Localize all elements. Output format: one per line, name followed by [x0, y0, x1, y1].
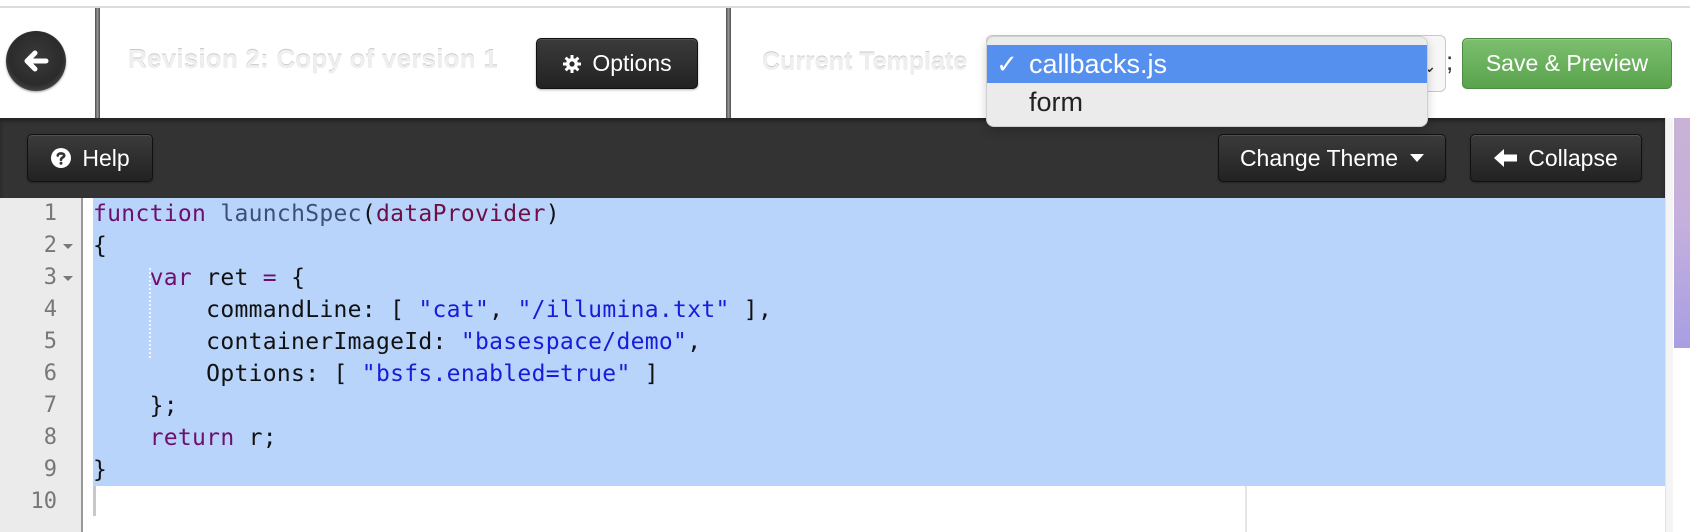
line-number: 4 [43, 297, 57, 322]
code-line: commandLine: [ "cat", "/illumina.txt" ], [93, 294, 772, 326]
code-line: var ret = { [93, 262, 305, 294]
active-line-marker [93, 486, 96, 516]
side-panel-strip [1674, 118, 1690, 348]
line-number: 2 [43, 233, 57, 258]
change-theme-label: Change Theme [1239, 144, 1399, 171]
code-line: { [93, 230, 107, 262]
dropdown-option-callbacks[interactable]: ✓ callbacks.js [987, 45, 1427, 83]
options-label: Options [592, 50, 672, 76]
token-fn: launchSpec [220, 201, 362, 227]
collapse-label: Collapse [1528, 144, 1618, 171]
token-text: ret [192, 265, 263, 291]
token-text: commandLine: [ [93, 297, 419, 323]
question-circle-icon [51, 148, 72, 168]
code-line: } [93, 454, 107, 486]
token-str: "/illumina.txt" [517, 297, 730, 323]
header-divider [95, 8, 100, 118]
token-text: ) [545, 201, 560, 227]
line-number: 8 [43, 425, 57, 450]
token-str: "cat" [418, 297, 490, 323]
token-text: ] [630, 361, 659, 387]
token-text: r; [234, 425, 277, 451]
line-number: 3 [43, 265, 57, 290]
current-template-label: Current Template [762, 48, 968, 76]
save-preview-label: Save & Preview [1485, 50, 1649, 76]
option-label: callbacks.js [1029, 48, 1168, 79]
collapse-button[interactable]: Collapse [1470, 134, 1642, 182]
checkmark-icon: ✓ [996, 48, 1018, 79]
options-button[interactable]: Options [536, 38, 698, 89]
token-text: , [489, 297, 518, 323]
token-text: } [93, 457, 108, 483]
help-button[interactable]: Help [27, 134, 153, 182]
template-editor-page: Revision 2: Copy of version 1 Options Cu… [0, 0, 1690, 532]
help-label: Help [82, 144, 130, 171]
line-number: 6 [43, 361, 57, 386]
gear-icon [563, 54, 582, 73]
token-text: }; [93, 393, 178, 419]
token-text: { [276, 265, 306, 291]
code-line: Options: [ "bsfs.enabled=true" ] [93, 358, 659, 390]
header-divider-2 [726, 8, 731, 118]
revision-title: Revision 2: Copy of version 1 [128, 44, 498, 74]
line-number: 1 [43, 201, 57, 226]
code-line: return r; [93, 422, 277, 454]
line-number: 7 [43, 393, 57, 418]
token-op: = [262, 265, 277, 291]
token-str: "bsfs.enabled=true" [361, 361, 631, 387]
code-line: containerImageId: "basespace/demo", [93, 326, 701, 358]
change-theme-button[interactable]: Change Theme [1218, 134, 1446, 182]
arrow-left-icon [1494, 149, 1518, 167]
fold-toggle-icon[interactable] [63, 276, 73, 281]
token-text: Options: [ [93, 361, 362, 387]
code-line: }; [93, 390, 178, 422]
fold-toggle-icon[interactable] [63, 244, 73, 249]
token-text: containerImageId: [93, 329, 461, 355]
arrow-left-icon [24, 50, 49, 72]
line-number: 9 [43, 457, 57, 482]
token-kw: return [149, 425, 235, 451]
print-margin [1245, 486, 1247, 532]
back-button[interactable] [6, 31, 66, 91]
token-kw: function [93, 201, 207, 227]
line-number-gutter: 1 2 3 4 5 6 7 8 9 10 [0, 198, 83, 532]
save-preview-button[interactable]: Save & Preview [1462, 38, 1672, 89]
token-text: ], [729, 297, 773, 323]
token-str: "basespace/demo" [460, 329, 688, 355]
token-text: ( [361, 201, 376, 227]
dropdown-option-form[interactable]: form [987, 83, 1427, 121]
template-dropdown-menu: ✓ callbacks.js form [986, 36, 1428, 127]
line-number: 5 [43, 329, 57, 354]
code-line: function launchSpec(dataProvider) [93, 198, 560, 230]
line-number: 10 [30, 489, 58, 514]
token-text: { [93, 233, 108, 259]
option-label: form [1029, 86, 1083, 117]
code-editor[interactable]: 1 2 3 4 5 6 7 8 9 10 function launchSpec(dataProv… [0, 198, 1665, 532]
separator-text: ; [1446, 46, 1454, 76]
editor-toolbar: Help Change Theme Collapse [0, 118, 1665, 198]
token-text: , [687, 329, 702, 355]
token-kw: var [149, 265, 193, 291]
token-param: dataProvider [375, 201, 546, 227]
caret-down-icon [1410, 154, 1425, 162]
page-scrollbar-track[interactable] [1665, 118, 1673, 532]
